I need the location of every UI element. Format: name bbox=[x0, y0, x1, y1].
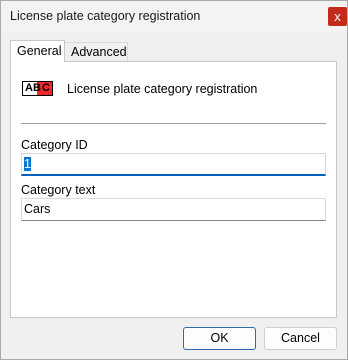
category-text-input[interactable]: Cars bbox=[21, 198, 326, 221]
category-text-label: Category text bbox=[21, 183, 96, 197]
close-icon: x bbox=[334, 9, 341, 24]
cancel-button[interactable]: Cancel bbox=[264, 327, 337, 350]
section-heading: License plate category registration bbox=[67, 82, 258, 96]
category-text-value: Cars bbox=[24, 202, 51, 216]
category-id-input[interactable]: 1 bbox=[21, 153, 326, 176]
window-title: License plate category registration bbox=[10, 9, 201, 23]
ok-button[interactable]: OK bbox=[183, 327, 256, 350]
tab-advanced[interactable]: Advanced bbox=[64, 42, 128, 62]
category-id-value: 1 bbox=[24, 157, 31, 171]
close-button[interactable]: x bbox=[328, 7, 347, 26]
tab-general[interactable]: General bbox=[10, 40, 65, 62]
category-id-label: Category ID bbox=[21, 138, 88, 152]
title-bar[interactable]: License plate category registration x bbox=[1, 1, 347, 33]
license-plate-icon: A B C bbox=[22, 81, 53, 96]
separator bbox=[21, 123, 326, 124]
